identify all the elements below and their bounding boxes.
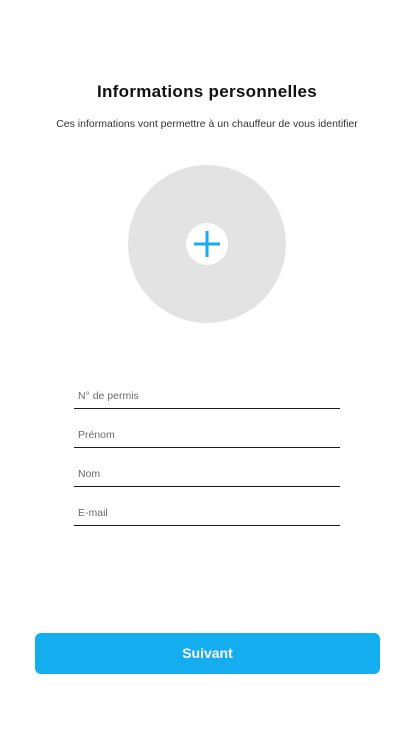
firstname-field — [74, 421, 340, 448]
firstname-input[interactable] — [78, 429, 328, 441]
email-field — [74, 499, 340, 526]
page-title: Informations personnelles — [96, 82, 318, 101]
next-button[interactable]: Suivant — [35, 633, 380, 674]
email-input[interactable] — [78, 507, 328, 519]
personal-info-screen: Informations personnelles Ces informatio… — [0, 0, 414, 736]
page-subtitle: Ces informations vont permettre à un cha… — [56, 118, 358, 130]
license-number-field — [74, 382, 340, 409]
plus-icon — [194, 231, 220, 257]
license-number-input[interactable] — [78, 390, 328, 402]
profile-photo-picker[interactable] — [128, 165, 286, 323]
lastname-input[interactable] — [78, 468, 328, 480]
lastname-field — [74, 460, 340, 487]
add-photo-button[interactable] — [186, 223, 228, 265]
